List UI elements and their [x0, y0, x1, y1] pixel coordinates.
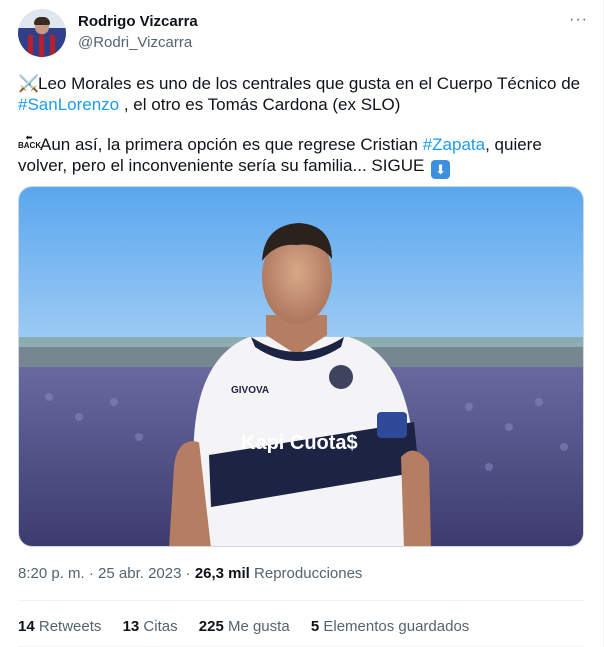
- shirt-sponsor-text: Kapi Cuota$: [241, 432, 358, 454]
- tweet-date[interactable]: 25 abr. 2023: [98, 565, 181, 582]
- views-label: Reproducciones: [249, 565, 363, 582]
- tweet-header: Rodrigo Vizcarra @Rodri_Vizcarra ···: [18, 9, 588, 61]
- down-arrow-icon: ⬇: [431, 160, 451, 179]
- tweet-paragraph-2: ⬅ BACKAun así, la primera opción es que r…: [18, 134, 584, 179]
- divider: [18, 600, 584, 601]
- hashtag-link[interactable]: #SanLorenzo: [18, 95, 119, 114]
- tweet-stats: 14 Retweets 13 Citas 225 Me gusta 5 Elem…: [18, 618, 486, 635]
- player-photo-illustration: Kapi Cuota$ GIVOVA: [19, 187, 583, 546]
- retweets-stat[interactable]: 14 Retweets: [18, 618, 101, 635]
- author-handle[interactable]: @Rodri_Vizcarra: [78, 34, 192, 51]
- tweet-photo[interactable]: Kapi Cuota$ GIVOVA: [18, 186, 584, 547]
- author-name[interactable]: Rodrigo Vizcarra: [78, 13, 198, 30]
- more-options-icon[interactable]: ···: [569, 11, 588, 29]
- views-count: 26,3 mil: [194, 565, 250, 582]
- tweet-text: Leo Morales es uno de los centrales que …: [38, 74, 581, 93]
- avatar[interactable]: [18, 9, 66, 57]
- tweet-timestamp-row: 8:20 p. m. · 25 abr. 2023 · 26,3 mil Rep…: [18, 565, 363, 582]
- tweet-text: Aun así, la primera opción es que regres…: [40, 135, 423, 154]
- tweet-time[interactable]: 8:20 p. m.: [18, 565, 85, 582]
- quotes-stat[interactable]: 13 Citas: [123, 618, 178, 635]
- likes-stat[interactable]: 225 Me gusta: [199, 618, 290, 635]
- hashtag-link[interactable]: #Zapata: [423, 135, 485, 154]
- tweet-text: , el otro es Tomás Cardona (ex SLO): [119, 95, 401, 114]
- back-arrow-icon: ⬅ BACK: [18, 133, 42, 150]
- crossed-swords-icon: ⚔️: [18, 74, 40, 93]
- tweet-paragraph-1: ⚔️Leo Morales es uno de los centrales qu…: [18, 73, 584, 115]
- bookmarks-stat[interactable]: 5 Elementos guardados: [311, 618, 469, 635]
- kit-brand-text: GIVOVA: [231, 385, 269, 396]
